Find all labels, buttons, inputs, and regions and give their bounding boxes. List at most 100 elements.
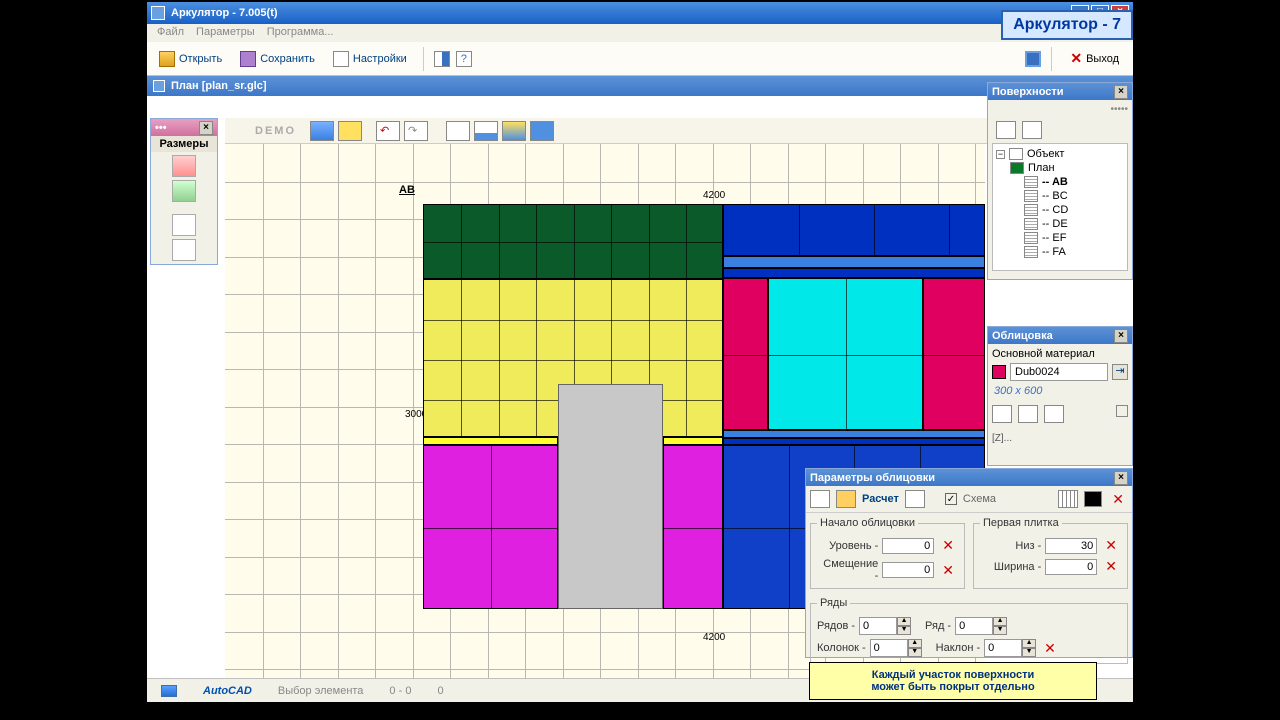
tree-root-label: Объект [1027,148,1064,160]
doctb-layout-1[interactable] [446,121,470,141]
menu-file[interactable]: Файл [157,26,184,40]
region-magenta-left [423,445,558,609]
facing-panel: Облицовка× Основной материал Dub0024 ⇥ 3… [987,326,1133,466]
bottom-clear[interactable]: ✕ [1101,537,1121,554]
region-cyan [768,278,923,430]
wall-icon [1024,232,1038,244]
rows-input[interactable] [859,617,897,635]
sizes-close-button[interactable]: × [199,121,213,135]
cols-up[interactable]: ▲ [908,639,922,648]
material-name[interactable]: Dub0024 [1010,363,1108,381]
row-up[interactable]: ▲ [993,617,1007,626]
sizes-tool-1[interactable] [172,155,196,177]
calc-button[interactable]: Расчет [862,493,899,505]
autocad-icon [161,685,177,697]
tree-plan[interactable]: План [996,161,1124,175]
facing-tool-3[interactable] [1044,405,1064,423]
help-icon[interactable]: ? [456,51,472,67]
rows-down[interactable]: ▼ [897,626,911,635]
bottom-input[interactable] [1045,538,1097,554]
doctb-view-1[interactable] [310,121,334,141]
redo-button[interactable]: ↷ [404,121,428,141]
tilt-down[interactable]: ▼ [1022,648,1036,657]
exit-x-icon: ✕ [1070,50,1082,67]
tree-item-ab[interactable]: -- AB [996,175,1124,189]
surfaces-header-label: Поверхности [992,86,1064,98]
row-spinner[interactable]: ▲▼ [955,617,1007,635]
facing-checkbox[interactable] [1116,405,1128,417]
save-button[interactable]: Сохранить [234,49,321,69]
calc-icon[interactable] [1025,51,1041,67]
offset-input[interactable] [882,562,934,578]
open-button[interactable]: Открыть [153,49,228,69]
surfaces-header[interactable]: Поверхности × [988,83,1132,100]
main-material-label: Основной материал [992,348,1128,360]
doctb-layout-3[interactable] [502,121,526,141]
sizes-tool-2[interactable] [172,180,196,202]
facing-tool-2[interactable] [1018,405,1038,423]
sizes-header[interactable]: •••× [151,119,217,136]
surfaces-close-button[interactable]: × [1114,85,1128,99]
cols-down[interactable]: ▼ [908,648,922,657]
params-tool-grid[interactable] [1058,490,1078,508]
settings-button[interactable]: Настройки [327,49,413,69]
material-picker-button[interactable]: ⇥ [1112,364,1128,380]
app-icon [151,6,165,20]
material-swatch [992,365,1006,379]
level-input[interactable] [882,538,934,554]
tree-item-bc[interactable]: -- BC [996,189,1124,203]
menu-params[interactable]: Параметры [196,26,255,40]
rows-up[interactable]: ▲ [897,617,911,626]
tilt-up[interactable]: ▲ [1022,639,1036,648]
tree-item-cd[interactable]: -- CD [996,203,1124,217]
surfaces-tree[interactable]: − Объект План -- AB -- BC -- CD -- DE -- … [992,143,1128,271]
row-down[interactable]: ▼ [993,626,1007,635]
offset-clear[interactable]: ✕ [938,562,958,579]
tilt-spinner[interactable]: ▲▼ [984,639,1036,657]
params-header[interactable]: Параметры облицовки× [806,469,1132,486]
autocad-label: AutoCAD [203,685,252,697]
surfaces-tool-1[interactable] [996,121,1016,139]
color-swatch-black[interactable] [1084,491,1102,507]
cols-spinner[interactable]: ▲▼ [870,639,922,657]
tilt-clear[interactable]: ✕ [1040,640,1060,657]
menu-program[interactable]: Программа... [267,26,334,40]
params-x-button[interactable]: ✕ [1108,491,1128,508]
doctb-layout-2[interactable] [474,121,498,141]
doctb-layout-4[interactable] [530,121,554,141]
params-tool-1[interactable] [810,490,830,508]
facing-close-button[interactable]: × [1114,329,1128,343]
tree-item-fa[interactable]: -- FA [996,245,1124,259]
tilt-input[interactable] [984,639,1022,657]
collapse-icon[interactable]: − [996,150,1005,159]
wall-icon [1024,246,1038,258]
row-input[interactable] [955,617,993,635]
rows-spinner[interactable]: ▲▼ [859,617,911,635]
surfaces-tool-2[interactable] [1022,121,1042,139]
sizes-tool-4[interactable] [172,239,196,261]
cols-input[interactable] [870,639,908,657]
region-yellow-strip2 [663,437,723,445]
region-yellow-strip [423,437,558,445]
undo-button[interactable]: ↶ [376,121,400,141]
facing-header[interactable]: Облицовка× [988,327,1132,344]
params-close-button[interactable]: × [1114,471,1128,485]
tree-item-de[interactable]: -- DE [996,217,1124,231]
sizes-tool-3[interactable] [172,214,196,236]
width-input[interactable] [1045,559,1097,575]
doc-icon [153,80,165,92]
exit-button[interactable]: ✕Выход [1062,48,1127,69]
status-select: Выбор элемента [278,685,364,697]
settings-icon [333,51,349,67]
start-legend: Начало облицовки [817,517,918,529]
facing-tool-1[interactable] [992,405,1012,423]
level-clear[interactable]: ✕ [938,537,958,554]
schema-checkbox[interactable]: ✓ [945,493,957,505]
doctb-view-2[interactable] [338,121,362,141]
tree-item-ef[interactable]: -- EF [996,231,1124,245]
tree-root[interactable]: − Объект [996,147,1124,161]
toolbar-icon-1[interactable] [434,51,450,67]
params-tool-2[interactable] [836,490,856,508]
width-clear[interactable]: ✕ [1101,558,1121,575]
params-tool-3[interactable] [905,490,925,508]
